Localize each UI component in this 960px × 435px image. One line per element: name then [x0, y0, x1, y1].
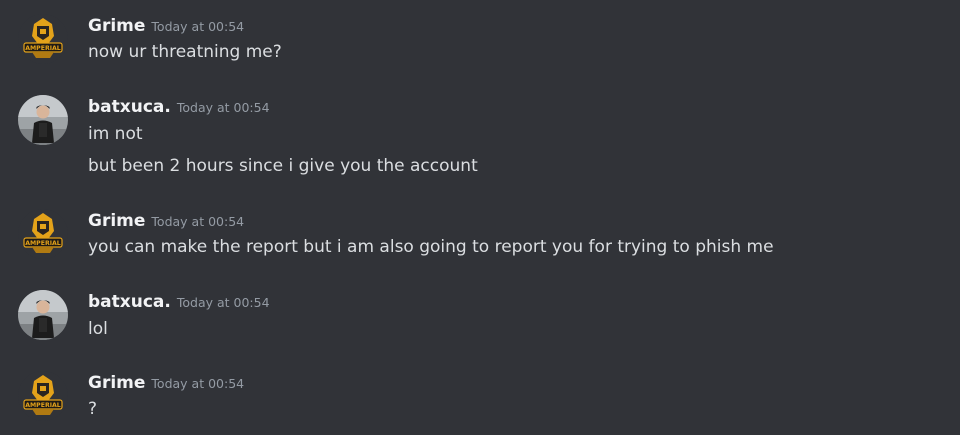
message-header: Grime Today at 00:54 [88, 209, 244, 234]
message-header: Grime Today at 00:54 [88, 14, 244, 39]
svg-text:AMPERIAL: AMPERIAL [25, 240, 61, 247]
timestamp[interactable]: Today at 00:54 [151, 376, 244, 391]
username[interactable]: Grime [88, 373, 145, 393]
svg-text:AMPERIAL: AMPERIAL [25, 402, 61, 409]
timestamp[interactable]: Today at 00:54 [151, 19, 244, 34]
message-group: AMPERIAL Grime Today at 00:54 now ur thre… [0, 14, 960, 74]
message-text: you can make the report but i am also go… [88, 237, 774, 257]
timestamp[interactable]: Today at 00:54 [177, 295, 270, 310]
message-text: but been 2 hours since i give you the ac… [88, 156, 478, 176]
username[interactable]: Grime [88, 16, 145, 36]
avatar[interactable] [18, 95, 68, 145]
timestamp[interactable]: Today at 00:54 [177, 100, 270, 115]
message-header: batxuca. Today at 00:54 [88, 290, 270, 315]
message-group: AMPERIAL Grime Today at 00:54 ? [0, 371, 960, 431]
avatar[interactable] [18, 290, 68, 340]
message-text: now ur threatning me? [88, 42, 282, 62]
user-photo-icon [18, 95, 68, 145]
avatar[interactable]: AMPERIAL [18, 371, 68, 421]
grime-avatar-icon: AMPERIAL [18, 371, 68, 421]
user-photo-icon [18, 290, 68, 340]
message-text: im not [88, 124, 143, 144]
svg-text:AMPERIAL: AMPERIAL [25, 45, 61, 52]
grime-avatar-icon: AMPERIAL [18, 209, 68, 259]
grime-avatar-icon: AMPERIAL [18, 14, 68, 64]
message-header: batxuca. Today at 00:54 [88, 95, 270, 120]
avatar[interactable]: AMPERIAL [18, 14, 68, 64]
username[interactable]: batxuca. [88, 292, 171, 312]
message-header: Grime Today at 00:54 [88, 371, 244, 396]
message-group: AMPERIAL Grime Today at 00:54 you can mak… [0, 209, 960, 269]
message-group: batxuca. Today at 00:54 im not but been 2… [0, 95, 960, 185]
message-text: lol [88, 319, 108, 339]
avatar[interactable]: AMPERIAL [18, 209, 68, 259]
timestamp[interactable]: Today at 00:54 [151, 214, 244, 229]
username[interactable]: Grime [88, 211, 145, 231]
message-group: batxuca. Today at 00:54 lol [0, 290, 960, 350]
message-text: ? [88, 399, 98, 419]
username[interactable]: batxuca. [88, 97, 171, 117]
